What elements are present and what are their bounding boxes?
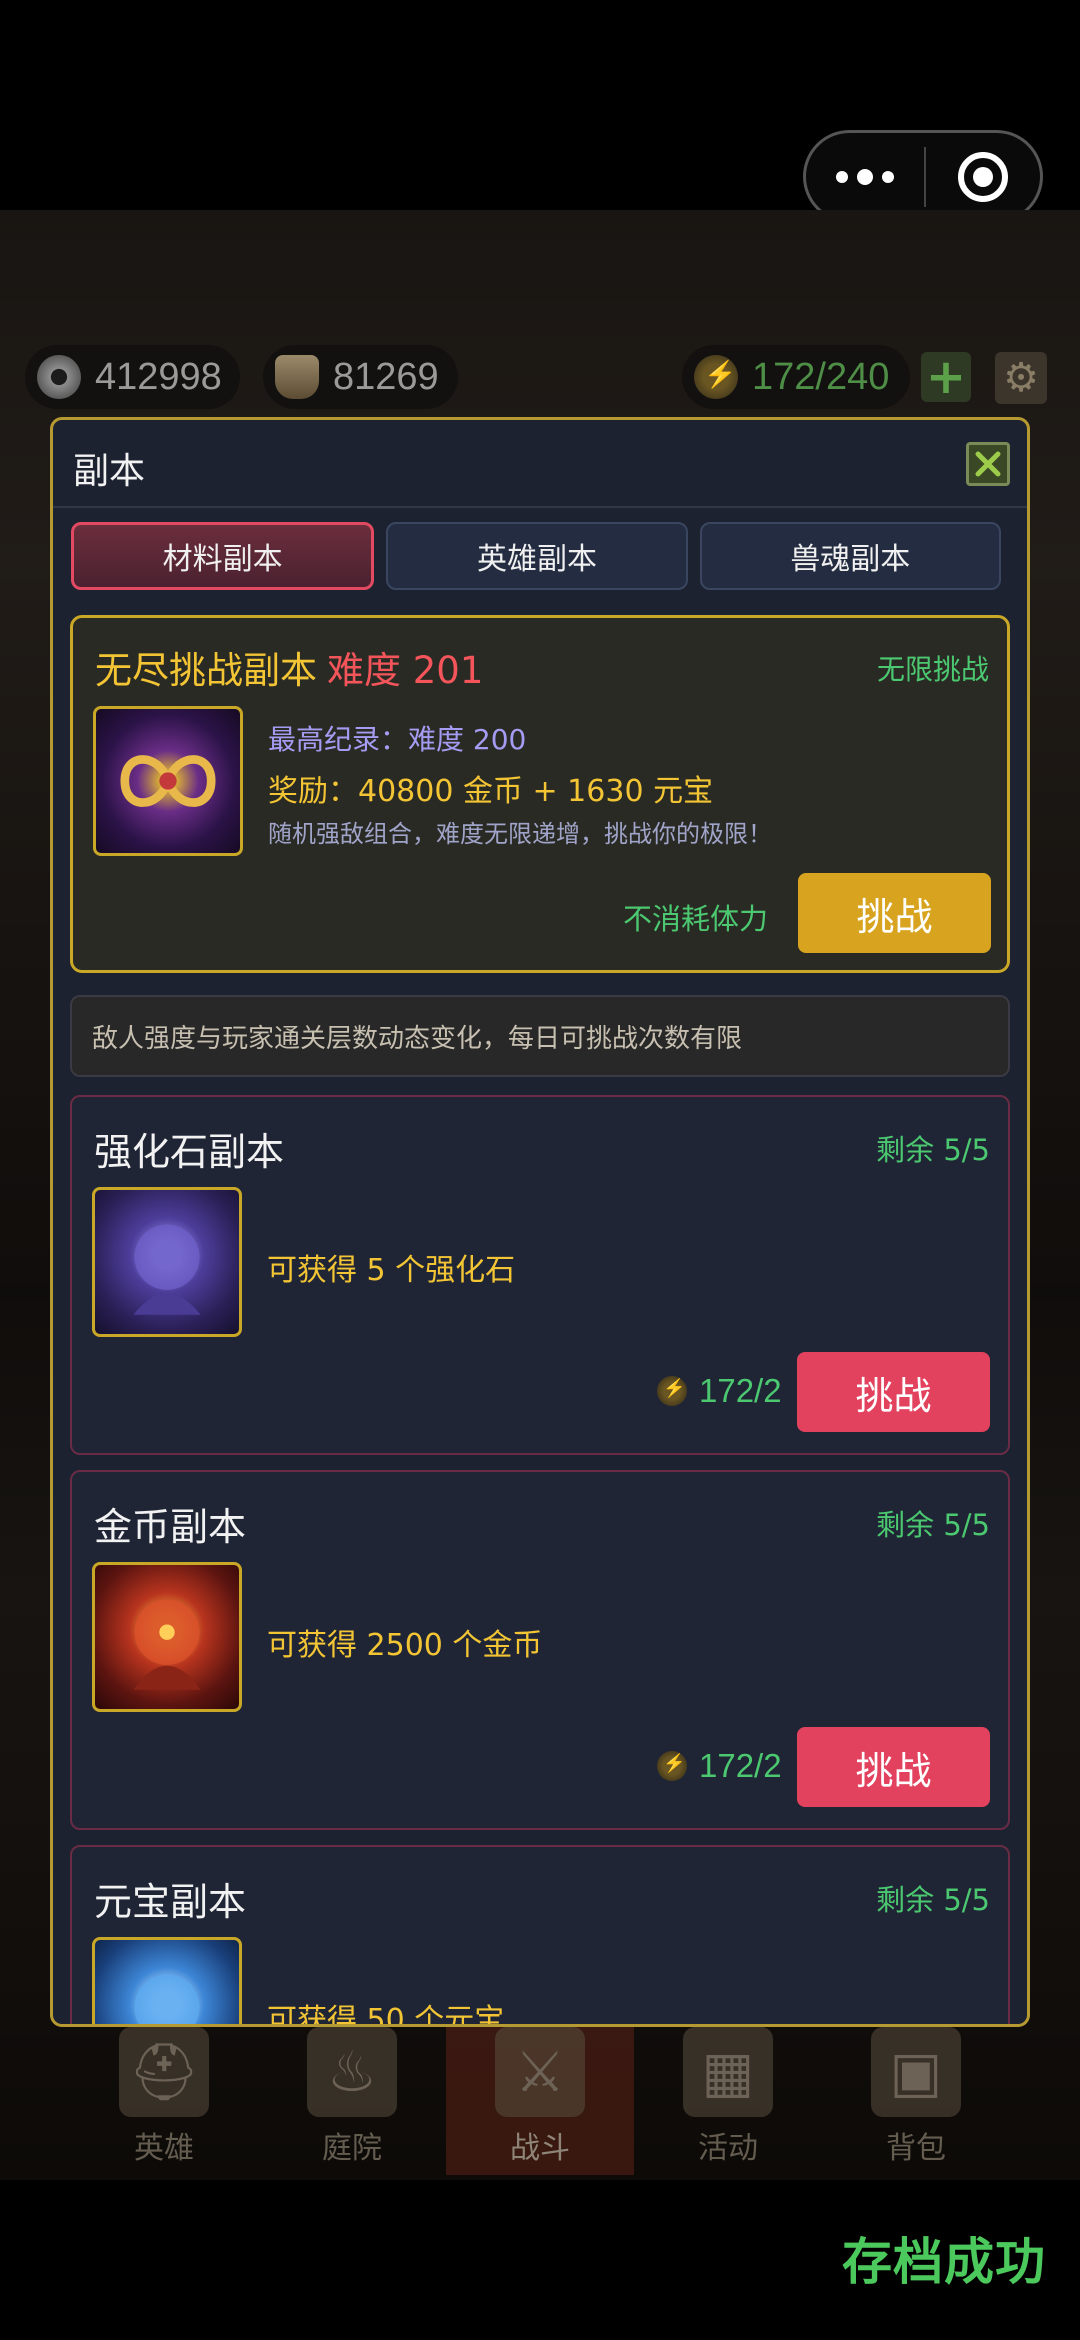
energy-icon [657, 1751, 687, 1781]
dungeon-tabs: 材料副本 英雄副本 兽魂副本 [71, 522, 1001, 590]
remaining-attempts: 剩余 5/5 [876, 1508, 990, 1542]
coin-value: 412998 [95, 355, 222, 398]
unlimited-tag: 无限挑战 [876, 653, 989, 686]
stamina-cost: 172/2 [657, 1372, 782, 1410]
energy-counter: 172/240 [682, 345, 910, 409]
tab-hero-dungeon[interactable]: 英雄副本 [386, 522, 688, 590]
backpack-icon: ▣ [871, 2027, 961, 2117]
dungeon-name: 强化石副本 [94, 1130, 285, 1174]
endless-title: 无尽挑战副本 难度 201 [95, 640, 483, 694]
challenge-button[interactable]: 挑战 [797, 1352, 990, 1432]
dungeon-card-ingot: 元宝副本 剩余 5/5 可获得 50 个元宝 [70, 1845, 1010, 2027]
coin-icon [37, 355, 81, 399]
save-success-toast: 存档成功 [842, 2233, 1046, 2291]
tab-material-dungeon[interactable]: 材料副本 [71, 522, 375, 590]
dungeon-reward: 可获得 2500 个金币 [267, 1628, 543, 1663]
energy-icon [694, 355, 738, 399]
nav-tab-label: 英雄 [134, 2131, 194, 2166]
ingot-counter: 81269 [263, 345, 458, 409]
fire-demon-icon [92, 1562, 242, 1712]
target-close-icon[interactable] [926, 151, 1040, 202]
challenge-button[interactable]: 挑战 [797, 1727, 990, 1807]
nav-tab-courtyard[interactable]: ♨ 庭院 [258, 2025, 446, 2175]
more-dots-icon[interactable] [806, 133, 924, 220]
remaining-attempts: 剩余 5/5 [876, 1883, 990, 1917]
helmet-icon: ⛑ [119, 2027, 209, 2117]
modal-title: 副本 [73, 451, 146, 492]
energy-value: 172/240 [752, 355, 890, 398]
cauldron-icon: ♨ [307, 2027, 397, 2117]
ingot-value: 81269 [333, 355, 439, 398]
nav-tab-hero[interactable]: ⛑ 英雄 [70, 2025, 258, 2175]
nav-tab-label: 活动 [698, 2131, 758, 2166]
nav-tab-label: 庭院 [322, 2131, 382, 2166]
endless-challenge-card: 无尽挑战副本 难度 201 无限挑战 最高纪录：难度 200 奖励：40800 金… [70, 615, 1010, 973]
plus-icon[interactable]: + [921, 352, 971, 402]
dungeon-card-enhance-stone: 强化石副本 剩余 5/5 可获得 5 个强化石 172/2 挑战 [70, 1095, 1010, 1455]
dungeon-reward: 可获得 50 个元宝 [267, 2003, 505, 2027]
modal-header: 副本 [53, 420, 1027, 508]
stone-golem-icon [92, 1187, 242, 1337]
stamina-cost-value: 172/2 [699, 1372, 782, 1409]
dungeon-modal: 副本 材料副本 英雄副本 兽魂副本 无尽挑战副本 难度 201 无限挑战 最高纪录… [50, 417, 1030, 2027]
crossed-swords-icon: ⚔ [495, 2027, 585, 2117]
best-record: 最高纪录：难度 200 [268, 723, 527, 756]
nav-tab-bag[interactable]: ▣ 背包 [822, 2025, 1010, 2175]
coin-counter: 412998 [25, 345, 240, 409]
dungeon-reward: 可获得 5 个强化石 [267, 1253, 516, 1288]
remaining-attempts: 剩余 5/5 [876, 1133, 990, 1167]
endless-difficulty: 难度 201 [327, 649, 484, 692]
tab-beast-soul-dungeon[interactable]: 兽魂副本 [699, 522, 1001, 590]
close-icon [975, 451, 1001, 477]
nav-tab-events[interactable]: ▦ 活动 [634, 2025, 822, 2175]
nav-tab-label: 背包 [886, 2131, 946, 2166]
nav-tab-label: 战斗 [510, 2131, 570, 2166]
endless-reward: 奖励：40800 金币 + 1630 元宝 [268, 774, 714, 809]
endless-challenge-button[interactable]: 挑战 [798, 873, 991, 953]
endless-title-text: 无尽挑战副本 [95, 649, 317, 692]
dungeon-notice: 敌人强度与玩家通关层数动态变化，每日可挑战次数有限 [70, 995, 1010, 1077]
no-stamina-cost: 不消耗体力 [623, 902, 769, 936]
stamina-cost: 172/2 [657, 1747, 782, 1785]
close-button[interactable] [966, 442, 1010, 486]
calendar-icon: ▦ [683, 2027, 773, 2117]
nav-tab-battle[interactable]: ⚔ 战斗 [446, 2025, 634, 2175]
dungeon-name: 元宝副本 [94, 1880, 247, 1924]
energy-icon [657, 1376, 687, 1406]
bottom-nav: ⛑ 英雄 ♨ 庭院 ⚔ 战斗 ▦ 活动 ▣ 背包 [70, 2025, 1010, 2175]
gear-icon[interactable]: ⚙ [995, 352, 1047, 404]
dungeon-name: 金币副本 [94, 1505, 247, 1549]
ice-spirit-icon [92, 1937, 242, 2024]
dungeon-card-gold: 金币副本 剩余 5/5 可获得 2500 个金币 172/2 挑战 [70, 1470, 1010, 1830]
ingot-icon [275, 355, 319, 399]
endless-description: 随机强敌组合，难度无限递增，挑战你的极限！ [268, 820, 772, 848]
stamina-cost-value: 172/2 [699, 1747, 782, 1784]
infinity-emblem-icon [93, 706, 243, 856]
